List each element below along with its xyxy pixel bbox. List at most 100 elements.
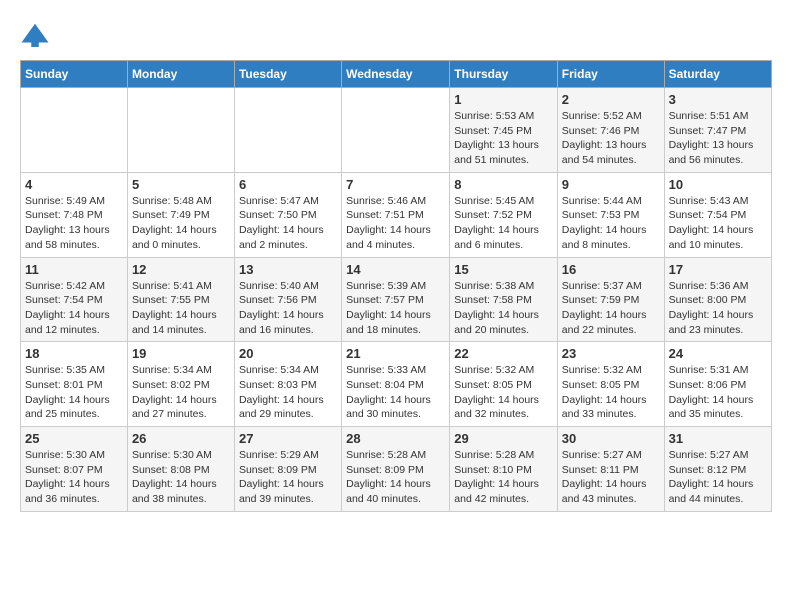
day-info: Sunrise: 5:51 AM Sunset: 7:47 PM Dayligh…: [669, 109, 767, 168]
day-cell: 22 Sunrise: 5:32 AM Sunset: 8:05 PM Dayli…: [450, 342, 558, 427]
day-cell: 23Sunrise: 5:32 AM Sunset: 8:05 PM Dayli…: [557, 342, 664, 427]
day-info: Sunrise: 5:53 AM Sunset: 7:45 PM Dayligh…: [454, 109, 553, 168]
day-info: Sunrise: 5:48 AM Sunset: 7:49 PM Dayligh…: [132, 194, 230, 253]
day-number: 27: [239, 431, 337, 446]
day-cell: 29 Sunrise: 5:28 AM Sunset: 8:10 PM Dayli…: [450, 427, 558, 512]
day-info: Sunrise: 5:32 AM Sunset: 8:05 PM Dayligh…: [562, 363, 660, 422]
day-info: Sunrise: 5:36 AM Sunset: 8:00 PM Dayligh…: [669, 279, 767, 338]
day-number: 5: [132, 177, 230, 192]
day-cell: 5 Sunrise: 5:48 AM Sunset: 7:49 PM Daylig…: [127, 172, 234, 257]
day-info: Sunrise: 5:52 AM Sunset: 7:46 PM Dayligh…: [562, 109, 660, 168]
day-number: 1: [454, 92, 553, 107]
day-cell: 10 Sunrise: 5:43 AM Sunset: 7:54 PM Dayli…: [664, 172, 771, 257]
day-cell: 19Sunrise: 5:34 AM Sunset: 8:02 PM Dayli…: [127, 342, 234, 427]
day-number: 7: [346, 177, 445, 192]
day-number: 10: [669, 177, 767, 192]
day-cell: 17 Sunrise: 5:36 AM Sunset: 8:00 PM Dayli…: [664, 257, 771, 342]
day-info: Sunrise: 5:42 AM Sunset: 7:54 PM Dayligh…: [25, 279, 123, 338]
day-cell: [342, 88, 450, 173]
weekday-header-thursday: Thursday: [450, 61, 558, 88]
day-cell: 13Sunrise: 5:40 AM Sunset: 7:56 PM Dayli…: [234, 257, 341, 342]
day-number: 12: [132, 262, 230, 277]
day-number: 11: [25, 262, 123, 277]
logo: [20, 20, 54, 50]
day-number: 8: [454, 177, 553, 192]
weekday-header-friday: Friday: [557, 61, 664, 88]
day-cell: [21, 88, 128, 173]
day-cell: 20 Sunrise: 5:34 AM Sunset: 8:03 PM Dayli…: [234, 342, 341, 427]
day-info: Sunrise: 5:28 AM Sunset: 8:10 PM Dayligh…: [454, 448, 553, 507]
day-number: 21: [346, 346, 445, 361]
day-info: Sunrise: 5:27 AM Sunset: 8:11 PM Dayligh…: [562, 448, 660, 507]
day-number: 9: [562, 177, 660, 192]
day-cell: 4Sunrise: 5:49 AM Sunset: 7:48 PM Daylig…: [21, 172, 128, 257]
day-cell: [234, 88, 341, 173]
day-cell: 21 Sunrise: 5:33 AM Sunset: 8:04 PM Dayli…: [342, 342, 450, 427]
calendar-header: SundayMondayTuesdayWednesdayThursdayFrid…: [21, 61, 772, 88]
day-number: 29: [454, 431, 553, 446]
day-info: Sunrise: 5:39 AM Sunset: 7:57 PM Dayligh…: [346, 279, 445, 338]
week-row-1: 1 Sunrise: 5:53 AM Sunset: 7:45 PM Daylig…: [21, 88, 772, 173]
day-number: 15: [454, 262, 553, 277]
day-info: Sunrise: 5:33 AM Sunset: 8:04 PM Dayligh…: [346, 363, 445, 422]
day-info: Sunrise: 5:35 AM Sunset: 8:01 PM Dayligh…: [25, 363, 123, 422]
day-number: 22: [454, 346, 553, 361]
day-info: Sunrise: 5:46 AM Sunset: 7:51 PM Dayligh…: [346, 194, 445, 253]
logo-icon: [20, 20, 50, 50]
day-number: 26: [132, 431, 230, 446]
day-number: 28: [346, 431, 445, 446]
week-row-4: 18 Sunrise: 5:35 AM Sunset: 8:01 PM Dayli…: [21, 342, 772, 427]
weekday-header-monday: Monday: [127, 61, 234, 88]
calendar-body: 1 Sunrise: 5:53 AM Sunset: 7:45 PM Daylig…: [21, 88, 772, 512]
day-cell: 31 Sunrise: 5:27 AM Sunset: 8:12 PM Dayli…: [664, 427, 771, 512]
day-info: Sunrise: 5:30 AM Sunset: 8:07 PM Dayligh…: [25, 448, 123, 507]
day-info: Sunrise: 5:43 AM Sunset: 7:54 PM Dayligh…: [669, 194, 767, 253]
weekday-row: SundayMondayTuesdayWednesdayThursdayFrid…: [21, 61, 772, 88]
day-cell: 24Sunrise: 5:31 AM Sunset: 8:06 PM Dayli…: [664, 342, 771, 427]
day-cell: 25Sunrise: 5:30 AM Sunset: 8:07 PM Dayli…: [21, 427, 128, 512]
day-number: 16: [562, 262, 660, 277]
day-info: Sunrise: 5:49 AM Sunset: 7:48 PM Dayligh…: [25, 194, 123, 253]
day-number: 2: [562, 92, 660, 107]
day-info: Sunrise: 5:41 AM Sunset: 7:55 PM Dayligh…: [132, 279, 230, 338]
day-cell: 16Sunrise: 5:37 AM Sunset: 7:59 PM Dayli…: [557, 257, 664, 342]
day-cell: 7 Sunrise: 5:46 AM Sunset: 7:51 PM Daylig…: [342, 172, 450, 257]
weekday-header-wednesday: Wednesday: [342, 61, 450, 88]
day-cell: 15 Sunrise: 5:38 AM Sunset: 7:58 PM Dayli…: [450, 257, 558, 342]
day-number: 13: [239, 262, 337, 277]
day-cell: 6Sunrise: 5:47 AM Sunset: 7:50 PM Daylig…: [234, 172, 341, 257]
weekday-header-saturday: Saturday: [664, 61, 771, 88]
day-info: Sunrise: 5:32 AM Sunset: 8:05 PM Dayligh…: [454, 363, 553, 422]
day-info: Sunrise: 5:30 AM Sunset: 8:08 PM Dayligh…: [132, 448, 230, 507]
day-number: 17: [669, 262, 767, 277]
day-number: 31: [669, 431, 767, 446]
calendar-table: SundayMondayTuesdayWednesdayThursdayFrid…: [20, 60, 772, 512]
day-cell: 26 Sunrise: 5:30 AM Sunset: 8:08 PM Dayli…: [127, 427, 234, 512]
day-number: 14: [346, 262, 445, 277]
day-info: Sunrise: 5:29 AM Sunset: 8:09 PM Dayligh…: [239, 448, 337, 507]
week-row-3: 11 Sunrise: 5:42 AM Sunset: 7:54 PM Dayli…: [21, 257, 772, 342]
day-cell: 28 Sunrise: 5:28 AM Sunset: 8:09 PM Dayli…: [342, 427, 450, 512]
day-info: Sunrise: 5:47 AM Sunset: 7:50 PM Dayligh…: [239, 194, 337, 253]
day-info: Sunrise: 5:31 AM Sunset: 8:06 PM Dayligh…: [669, 363, 767, 422]
day-cell: 9Sunrise: 5:44 AM Sunset: 7:53 PM Daylig…: [557, 172, 664, 257]
day-cell: [127, 88, 234, 173]
day-cell: 8 Sunrise: 5:45 AM Sunset: 7:52 PM Daylig…: [450, 172, 558, 257]
day-info: Sunrise: 5:27 AM Sunset: 8:12 PM Dayligh…: [669, 448, 767, 507]
day-info: Sunrise: 5:38 AM Sunset: 7:58 PM Dayligh…: [454, 279, 553, 338]
weekday-header-sunday: Sunday: [21, 61, 128, 88]
day-info: Sunrise: 5:34 AM Sunset: 8:02 PM Dayligh…: [132, 363, 230, 422]
week-row-5: 25Sunrise: 5:30 AM Sunset: 8:07 PM Dayli…: [21, 427, 772, 512]
day-cell: 11 Sunrise: 5:42 AM Sunset: 7:54 PM Dayli…: [21, 257, 128, 342]
day-cell: 12 Sunrise: 5:41 AM Sunset: 7:55 PM Dayli…: [127, 257, 234, 342]
day-cell: 18 Sunrise: 5:35 AM Sunset: 8:01 PM Dayli…: [21, 342, 128, 427]
day-cell: 14 Sunrise: 5:39 AM Sunset: 7:57 PM Dayli…: [342, 257, 450, 342]
day-cell: 1 Sunrise: 5:53 AM Sunset: 7:45 PM Daylig…: [450, 88, 558, 173]
page-header: [20, 20, 772, 50]
day-number: 18: [25, 346, 123, 361]
day-info: Sunrise: 5:45 AM Sunset: 7:52 PM Dayligh…: [454, 194, 553, 253]
day-info: Sunrise: 5:34 AM Sunset: 8:03 PM Dayligh…: [239, 363, 337, 422]
day-number: 20: [239, 346, 337, 361]
day-info: Sunrise: 5:28 AM Sunset: 8:09 PM Dayligh…: [346, 448, 445, 507]
day-cell: 2 Sunrise: 5:52 AM Sunset: 7:46 PM Daylig…: [557, 88, 664, 173]
